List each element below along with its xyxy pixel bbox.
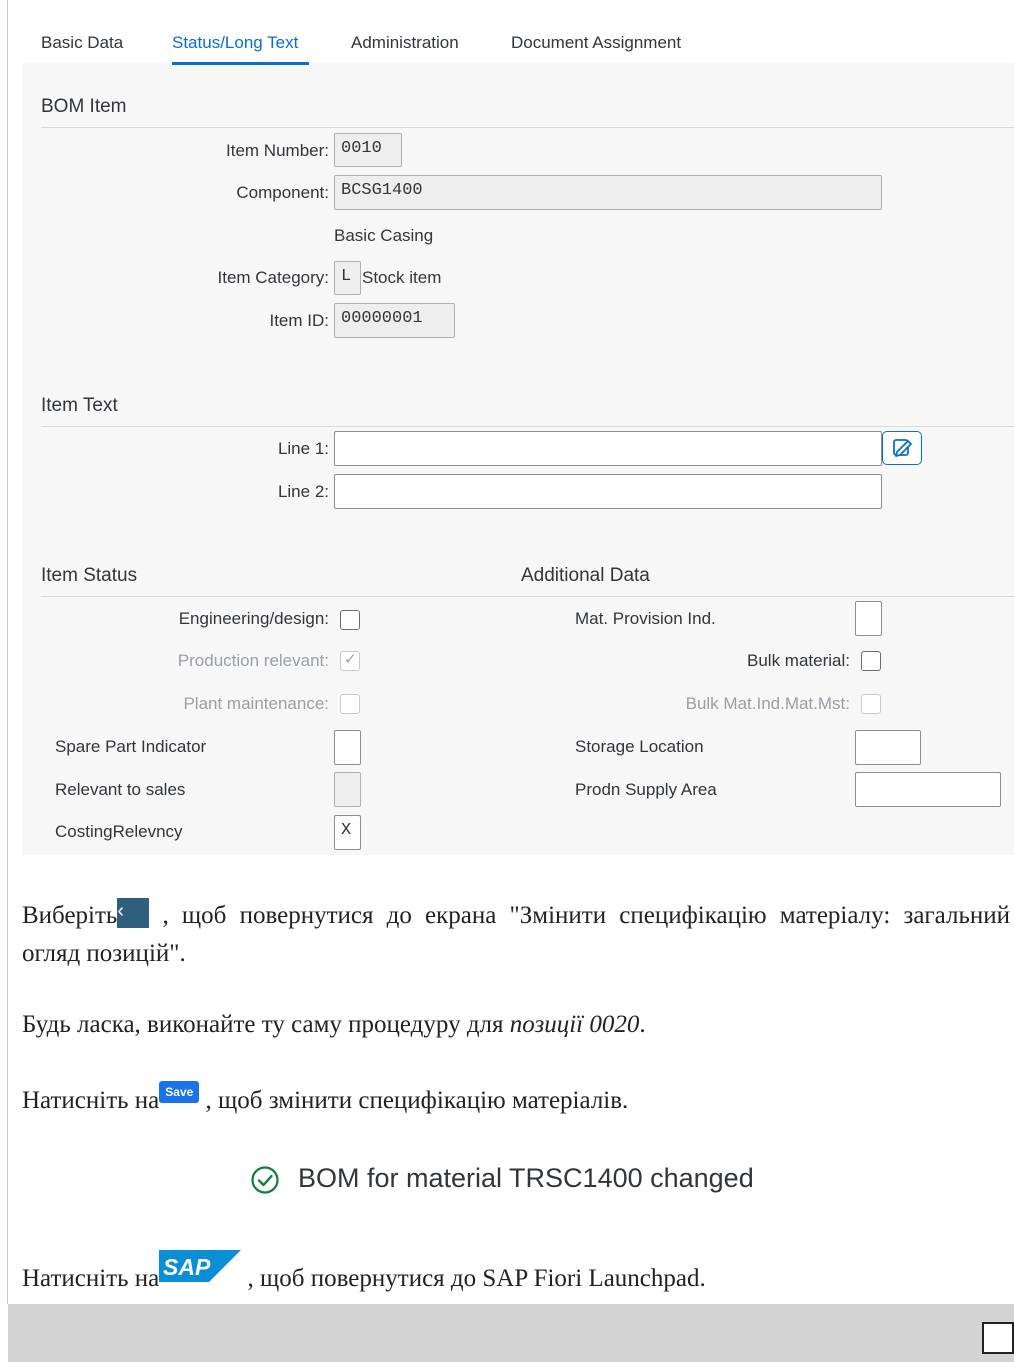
section-title-bom-item: BOM Item	[41, 96, 127, 117]
line2-input[interactable]	[334, 474, 882, 509]
costing-relevancy-field[interactable]: X	[334, 815, 361, 850]
relevant-to-sales-field[interactable]	[334, 772, 361, 807]
bulk-material-checkbox[interactable]	[861, 651, 881, 671]
item-number-field[interactable]: 0010	[334, 133, 402, 167]
line2-label: Line 2:	[277, 482, 329, 501]
prodn-supply-area-label: Prodn Supply Area	[575, 780, 717, 799]
instruction-text: , щоб змінити специфікацію матеріалів.	[199, 1087, 629, 1114]
sap-logo-text: SAP	[163, 1254, 211, 1280]
production-relevant-label: Production relevant:	[177, 651, 329, 670]
bulk-material-label: Bulk material:	[747, 651, 850, 670]
plant-maintenance-label: Plant maintenance:	[183, 694, 329, 713]
instruction-text: Натисніть на	[22, 1087, 160, 1114]
storage-location-field[interactable]	[855, 730, 921, 765]
instruction-text: .	[639, 1011, 646, 1038]
storage-location-label: Storage Location	[575, 737, 704, 756]
instruction-paragraph-repeat: Будь ласка, виконайте ту саму процедуру …	[22, 1006, 646, 1044]
tab-document-assignment[interactable]: Document Assignment	[511, 33, 681, 53]
footer-checkbox[interactable]	[982, 1322, 1014, 1354]
save-icon[interactable]: Save	[159, 1081, 200, 1103]
instruction-text: , щоб повернутися до SAP Fiori Launchpad…	[241, 1265, 706, 1292]
back-chevron-glyph: ‹	[117, 900, 124, 922]
section-divider	[41, 596, 1014, 597]
item-category-label: Item Category:	[217, 268, 330, 287]
costing-relevancy-label: CostingRelevncy	[55, 822, 183, 841]
item-category-field[interactable]: L	[334, 261, 361, 295]
tab-administration[interactable]: Administration	[351, 33, 459, 53]
line1-input[interactable]	[334, 431, 882, 466]
component-description: Basic Casing	[334, 226, 434, 245]
sap-logo-icon[interactable]: SAP	[159, 1250, 242, 1282]
tab-status-long-text[interactable]: Status/Long Text	[172, 33, 298, 53]
bulk-mat-ind-checkbox[interactable]	[861, 694, 881, 714]
engineering-design-checkbox[interactable]	[340, 610, 360, 630]
tab-bar: Basic Data Status/Long Text Administrati…	[22, 0, 1014, 65]
item-id-field[interactable]: 00000001	[334, 303, 455, 338]
component-label: Component:	[236, 183, 329, 202]
footer-bar	[8, 1304, 1014, 1362]
line1-label: Line 1:	[277, 439, 329, 458]
instruction-text: Натисніть на	[22, 1265, 160, 1292]
bulk-mat-ind-label: Bulk Mat.Ind.Mat.Mst:	[685, 694, 850, 713]
plant-maintenance-checkbox[interactable]	[340, 694, 360, 714]
instruction-text: Будь ласка, виконайте ту саму процедуру …	[22, 1011, 510, 1038]
tab-basic-data[interactable]: Basic Data	[41, 33, 123, 53]
left-border	[7, 0, 8, 1304]
section-title-item-status: Item Status	[41, 565, 138, 586]
section-divider	[41, 127, 1014, 128]
save-button-label: Save	[165, 1085, 194, 1099]
mat-provision-label: Mat. Provision Ind.	[575, 609, 716, 628]
sap-bom-item-screen: Basic Data Status/Long Text Administrati…	[22, 0, 1014, 855]
spare-part-indicator-field[interactable]	[334, 730, 361, 765]
production-relevant-checkbox[interactable]: ✓	[340, 651, 360, 671]
instruction-text: Виберіть	[22, 902, 118, 929]
instruction-paragraph-save: Натисніть на Save , щоб змінити специфіка…	[22, 1081, 629, 1120]
relevant-to-sales-label: Relevant to sales	[55, 780, 186, 799]
component-field[interactable]: BCSG1400	[334, 175, 882, 210]
edit-long-text-button[interactable]	[882, 431, 922, 465]
section-title-additional-data: Additional Data	[521, 565, 650, 586]
mat-provision-field[interactable]	[855, 601, 882, 636]
instruction-text: , щоб повернутися до екрана "Змінити спе…	[22, 902, 1010, 967]
spare-part-indicator-label: Spare Part Indicator	[55, 737, 207, 756]
section-divider	[41, 426, 1014, 427]
section-title-item-text: Item Text	[41, 395, 118, 416]
instruction-paragraph-back: Виберіть‹ , щоб повернутися до екрана "З…	[22, 897, 1010, 973]
item-category-description: Stock item	[362, 268, 442, 287]
checkmark-icon: ✓	[344, 651, 357, 668]
edit-icon	[893, 439, 912, 457]
status-message-text: BOM for material TRSC1400 changed	[298, 1163, 754, 1193]
item-number-label: Item Number:	[226, 141, 329, 160]
engineering-design-label: Engineering/design:	[178, 609, 329, 628]
instruction-paragraph-launchpad: Натисніть на SAP , щоб повернутися до SA…	[22, 1250, 706, 1298]
back-chevron-icon[interactable]: ‹	[117, 898, 150, 928]
item-id-label: Item ID:	[269, 311, 329, 330]
active-tab-indicator	[172, 62, 309, 65]
success-check-icon	[251, 1166, 279, 1194]
instruction-item-emphasis: позиції 0020	[509, 1011, 640, 1038]
prodn-supply-area-field[interactable]	[855, 772, 1001, 807]
